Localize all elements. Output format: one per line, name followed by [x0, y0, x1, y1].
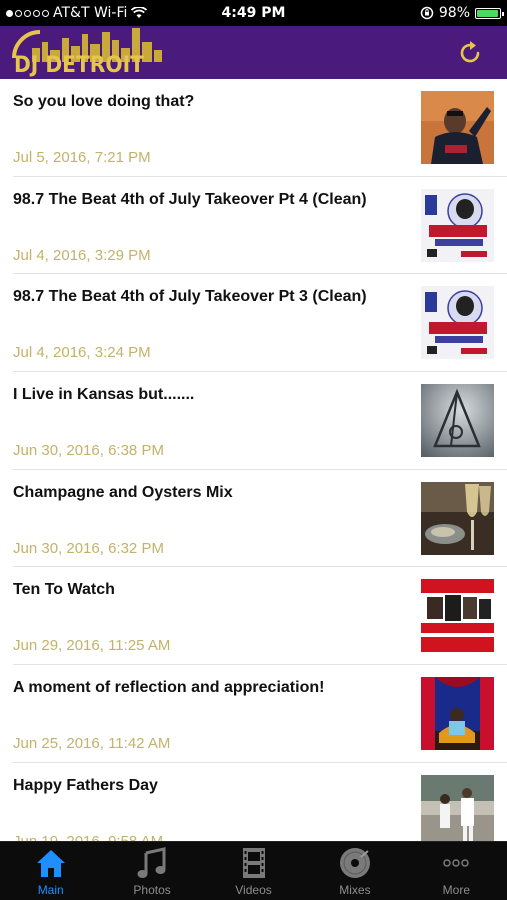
- post-date: Jun 19, 2016, 9:58 AM: [13, 833, 163, 841]
- post-title: Champagne and Oysters Mix: [13, 483, 233, 501]
- feed-item[interactable]: A moment of reflection and appreciation!…: [13, 665, 507, 763]
- refresh-icon[interactable]: [455, 38, 485, 68]
- tab-photos[interactable]: Photos: [101, 842, 202, 900]
- tab-label: More: [442, 883, 470, 897]
- post-thumbnail: [421, 188, 494, 262]
- post-thumbnail: [421, 286, 494, 360]
- post-title: 98.7 The Beat 4th of July Takeover Pt 3 …: [13, 288, 367, 306]
- post-title: Happy Fathers Day: [13, 776, 158, 794]
- post-title: I Live in Kansas but.......: [13, 386, 195, 404]
- feed-item[interactable]: So you love doing that? Jul 5, 2016, 7:2…: [13, 79, 507, 177]
- post-date: Jul 4, 2016, 3:29 PM: [13, 246, 151, 264]
- post-title: So you love doing that?: [13, 93, 195, 110]
- post-feed: So you love doing that? Jul 5, 2016, 7:2…: [0, 79, 507, 841]
- tab-more[interactable]: More: [406, 842, 507, 900]
- tab-bar: Main Photos Videos Mixes More: [0, 841, 507, 900]
- feed-item[interactable]: Champagne and Oysters Mix Jun 30, 2016, …: [13, 470, 507, 568]
- post-thumbnail: [421, 774, 494, 841]
- post-title: 98.7 The Beat 4th of July Takeover Pt 4 …: [13, 190, 367, 208]
- tab-label: Main: [37, 883, 64, 897]
- signal-strength-icon: [6, 9, 49, 17]
- post-thumbnail: [421, 481, 494, 555]
- post-thumbnail: [421, 579, 494, 653]
- feed-item[interactable]: Happy Fathers Day Jun 19, 2016, 9:58 AM: [13, 763, 507, 841]
- battery-icon: [475, 7, 504, 19]
- disc-icon: [339, 848, 370, 878]
- film-icon: [242, 848, 265, 878]
- feed-item[interactable]: 98.7 The Beat 4th of July Takeover Pt 3 …: [13, 274, 507, 373]
- post-title: Ten To Watch: [13, 581, 115, 599]
- home-icon: [36, 850, 65, 877]
- tab-mixes[interactable]: Mixes: [304, 842, 405, 900]
- logo-text: DJ DETROIT: [14, 53, 144, 78]
- app-header: DJ DETROIT: [0, 26, 507, 79]
- tab-label: Videos: [235, 883, 272, 897]
- post-date: Jun 29, 2016, 11:25 AM: [13, 637, 171, 655]
- post-title: A moment of reflection and appreciation!: [13, 679, 325, 697]
- carrier-label: AT&T Wi-Fi: [53, 5, 128, 21]
- post-thumbnail: [421, 91, 494, 164]
- music-note-icon: [137, 847, 166, 878]
- rotation-lock-icon: [420, 6, 434, 20]
- post-date: Jun 25, 2016, 11:42 AM: [13, 735, 171, 753]
- wifi-icon: [131, 7, 148, 18]
- tab-main[interactable]: Main: [0, 842, 101, 900]
- feed-item[interactable]: 98.7 The Beat 4th of July Takeover Pt 4 …: [13, 177, 507, 275]
- tab-videos[interactable]: Videos: [203, 842, 304, 900]
- post-thumbnail: [421, 677, 494, 751]
- tab-label: Mixes: [339, 883, 371, 897]
- post-date: Jul 4, 2016, 3:24 PM: [13, 344, 151, 362]
- more-icon: [443, 859, 470, 867]
- clock: 4:49 PM: [221, 5, 286, 21]
- tab-label: Photos: [133, 883, 171, 897]
- post-date: Jun 30, 2016, 6:32 PM: [13, 539, 164, 557]
- post-date: Jul 5, 2016, 7:21 PM: [13, 149, 151, 166]
- feed-item[interactable]: I Live in Kansas but....... Jun 30, 2016…: [13, 372, 507, 470]
- post-thumbnail: [421, 384, 494, 458]
- battery-percent: 98%: [438, 5, 470, 21]
- status-bar: AT&T Wi-Fi 4:49 PM 98%: [0, 0, 507, 26]
- feed-item[interactable]: Ten To Watch Jun 29, 2016, 11:25 AM: [13, 567, 507, 666]
- post-date: Jun 30, 2016, 6:38 PM: [13, 442, 164, 460]
